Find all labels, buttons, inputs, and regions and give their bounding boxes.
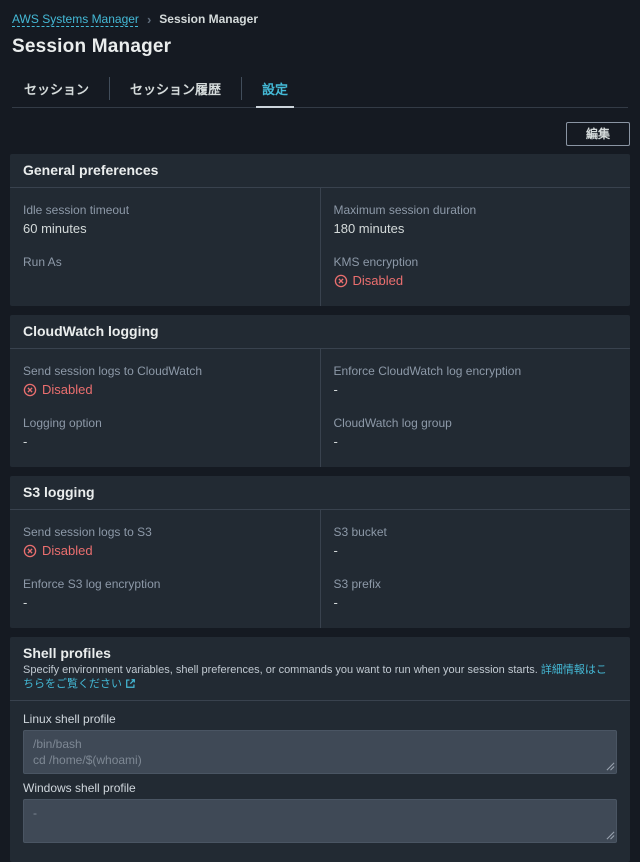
windows-shell-profile-label: Windows shell profile — [23, 781, 136, 795]
field-label: Enforce CloudWatch log encryption — [333, 364, 522, 378]
preferences-toolbar: 編集 — [10, 122, 630, 146]
resize-handle[interactable] — [606, 831, 615, 840]
card-header: General preferences — [10, 154, 630, 188]
windows-shell-profile-input[interactable]: - — [23, 799, 617, 843]
field-label: Maximum session duration — [333, 203, 477, 217]
card-body: Idle session timeout 60 minutes Run As M… — [10, 188, 630, 306]
right-column: Enforce CloudWatch log encryption - Clou… — [321, 349, 631, 467]
tab-divider — [241, 77, 243, 100]
right-column: S3 bucket - S3 prefix - — [321, 510, 631, 628]
field-label: CloudWatch log group — [333, 416, 452, 430]
right-column: Maximum session duration 180 minutes KMS… — [321, 188, 631, 306]
field-label: S3 bucket — [333, 525, 387, 539]
edit-button[interactable]: 編集 — [565, 122, 630, 146]
field-label: Logging option — [23, 416, 102, 430]
field-value: - — [23, 595, 28, 610]
field-label: Idle session timeout — [23, 203, 130, 217]
field-value: 60 minutes — [23, 221, 87, 236]
page-title: Session Manager — [12, 36, 172, 57]
field-value — [23, 273, 307, 289]
card-title: General preferences — [23, 162, 159, 178]
left-column: Send session logs to CloudWatch Disabled… — [10, 349, 320, 467]
tab-bar: セッション セッション履歴 設定 — [12, 72, 628, 108]
session-manager-preferences-page: AWS Systems Manager › Session Manager Se… — [0, 0, 640, 862]
status-text: Disabled — [42, 382, 93, 397]
field-kms-encryption: KMS encryption Disabled — [334, 254, 618, 289]
field-value: - — [23, 434, 28, 449]
windows-shell-profile-field: - — [23, 799, 617, 843]
field-cloudwatch-log-group: CloudWatch log group - — [334, 415, 618, 450]
field-value: - — [333, 434, 338, 449]
field-send-logs-s3: Send session logs to S3 Disabled — [23, 524, 307, 559]
status-disabled: Disabled — [23, 543, 307, 559]
left-column: Idle session timeout 60 minutes Run As — [10, 188, 320, 306]
card-title: CloudWatch logging — [23, 323, 159, 339]
field-label: Send session logs to S3 — [23, 525, 152, 539]
card-body: Send session logs to CloudWatch Disabled… — [10, 349, 630, 467]
field-value: - — [333, 382, 338, 397]
status-text: Disabled — [42, 543, 93, 558]
field-logging-option: Logging option - — [23, 415, 307, 450]
field-label: KMS encryption — [333, 255, 419, 269]
tab-divider — [109, 77, 111, 100]
external-link-icon — [125, 678, 136, 693]
card-header: CloudWatch logging — [10, 315, 630, 349]
card-general-preferences: General preferences Idle session timeout… — [10, 154, 630, 306]
field-run-as: Run As — [23, 254, 307, 289]
field-maximum-session-duration: Maximum session duration 180 minutes — [334, 202, 618, 237]
tab-preferences-active[interactable]: 設定 — [256, 72, 295, 108]
linux-shell-profile-label: Linux shell profile — [23, 712, 116, 726]
breadcrumb-link-systems-manager[interactable]: AWS Systems Manager — [12, 12, 139, 26]
card-title: S3 logging — [23, 484, 95, 500]
description-text: Specify environment variables, shell pre… — [23, 664, 538, 676]
field-send-logs-cloudwatch: Send session logs to CloudWatch Disabled — [23, 363, 307, 398]
field-s3-prefix: S3 prefix - — [334, 576, 618, 611]
field-label: S3 prefix — [333, 577, 381, 591]
field-enforce-cloudwatch-encryption: Enforce CloudWatch log encryption - — [334, 363, 618, 398]
linux-shell-profile-field: /bin/bash cd /home/$(whoami) — [23, 730, 617, 774]
card-cloudwatch-logging: CloudWatch logging Send session logs to … — [10, 315, 630, 467]
breadcrumb-current: Session Manager — [159, 12, 258, 26]
card-title: Shell profiles — [23, 645, 111, 661]
breadcrumb: AWS Systems Manager › Session Manager — [12, 12, 628, 26]
field-label: Run As — [23, 255, 62, 269]
field-value: - — [333, 595, 338, 610]
card-header: Shell profiles Specify environment varia… — [10, 637, 630, 701]
field-value: - — [333, 543, 338, 558]
status-text: Disabled — [352, 273, 404, 288]
tab-session-history[interactable]: セッション履歴 — [124, 72, 227, 107]
x-circle-icon — [23, 383, 37, 397]
resize-handle[interactable] — [606, 762, 615, 771]
field-s3-bucket: S3 bucket - — [334, 524, 618, 559]
field-enforce-s3-encryption: Enforce S3 log encryption - — [23, 576, 307, 611]
left-column: Send session logs to S3 Disabled Enforce… — [10, 510, 320, 628]
breadcrumb-separator-icon: › — [146, 11, 152, 27]
field-value: 180 minutes — [333, 221, 405, 236]
linux-shell-profile-input[interactable]: /bin/bash cd /home/$(whoami) — [23, 730, 617, 774]
x-circle-icon — [334, 274, 347, 288]
card-s3-logging: S3 logging Send session logs to S3 Disab… — [10, 476, 630, 628]
x-circle-icon — [23, 544, 37, 558]
status-disabled: Disabled — [23, 382, 307, 398]
field-label: Send session logs to CloudWatch — [23, 364, 202, 378]
card-body: Send session logs to S3 Disabled Enforce… — [10, 510, 630, 628]
tab-sessions[interactable]: セッション — [18, 72, 95, 107]
status-disabled: Disabled — [334, 273, 618, 289]
card-shell-profiles: Shell profiles Specify environment varia… — [10, 637, 630, 862]
card-body: Linux shell profile /bin/bash cd /home/$… — [10, 701, 630, 862]
field-label: Enforce S3 log encryption — [23, 577, 161, 591]
card-header: S3 logging — [10, 476, 630, 510]
card-description: Specify environment variables, shell pre… — [23, 663, 617, 693]
field-idle-session-timeout: Idle session timeout 60 minutes — [23, 202, 307, 237]
